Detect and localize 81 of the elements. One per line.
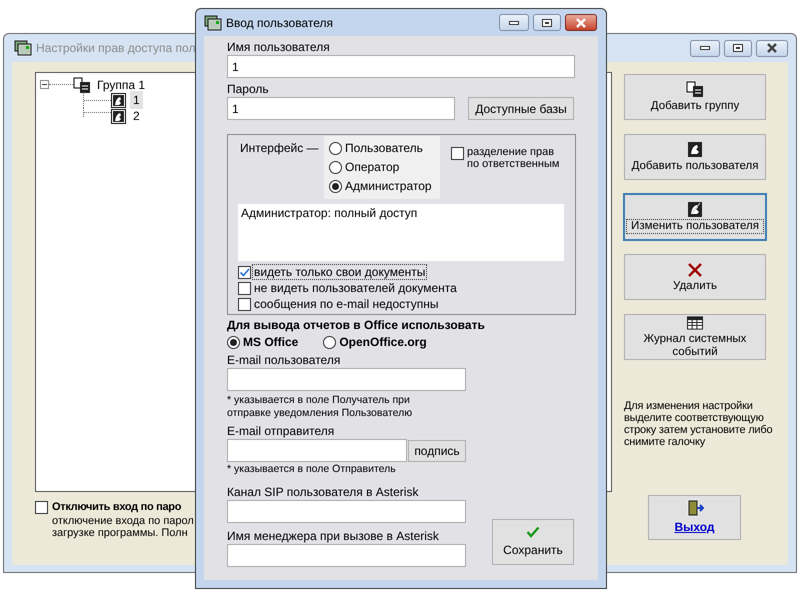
radio-button[interactable] — [329, 161, 342, 174]
minimize-button[interactable] — [690, 40, 720, 56]
databases-button[interactable]: Доступные базы — [468, 97, 574, 120]
toolbar-button[interactable]: Журнал системных событий — [624, 314, 766, 360]
tree-item[interactable]: Группа 1 — [96, 76, 146, 94]
field-label: Имя пользователя — [227, 40, 331, 55]
window-icon — [14, 40, 32, 56]
minimize-button[interactable] — [499, 14, 529, 31]
window-title: Ввод пользователя — [226, 14, 333, 32]
field-label: Для вывода отчетов в Office использовать — [227, 318, 486, 333]
radio-label: Пользователь — [345, 141, 423, 156]
radio-button[interactable] — [329, 180, 342, 193]
field-label: E-mail пользователя — [227, 353, 342, 368]
toolbar-button[interactable]: Удалить — [624, 254, 766, 300]
close-icon — [766, 43, 778, 53]
minus-icon — [42, 82, 47, 87]
user-icon — [111, 108, 126, 124]
close-icon — [575, 18, 587, 28]
input-field[interactable]: 1 — [227, 97, 455, 120]
maximize-icon — [733, 44, 743, 52]
tree-item[interactable]: 1 — [130, 91, 143, 109]
table-icon — [686, 315, 704, 331]
radio-label: Оператор — [345, 160, 400, 175]
field-label: Пароль — [227, 82, 270, 97]
radio-label: MS Office — [243, 334, 298, 350]
field-label: Имя менеджера при вызове в Asterisk — [227, 529, 440, 544]
tree-item[interactable]: 2 — [130, 107, 143, 125]
description-text: отключение входа по парол — [52, 515, 194, 527]
minimize-icon — [509, 20, 519, 24]
checkbox-label: сообщения по e-mail недоступны — [253, 297, 440, 311]
minimize-icon — [700, 46, 710, 50]
check-icon — [526, 526, 540, 538]
field-label: Канал SIP пользователя в Asterisk — [227, 485, 420, 500]
group-icon — [73, 76, 93, 92]
checkbox[interactable] — [238, 266, 251, 278]
radio-button[interactable] — [227, 336, 240, 348]
user-icon — [111, 92, 126, 108]
checkbox[interactable] — [238, 298, 251, 310]
input-field[interactable]: 1 — [227, 55, 575, 78]
checkbox[interactable] — [238, 282, 251, 294]
checkbox-label: Отключить вход по паро — [52, 500, 182, 515]
input-field[interactable] — [227, 439, 407, 462]
delete-icon — [686, 261, 704, 278]
maximize-icon — [542, 18, 552, 26]
signature-button[interactable]: подпись — [408, 440, 466, 462]
description-text: загрузке программы. Полн — [52, 527, 189, 539]
radio-label: Администратор — [345, 179, 432, 194]
hint-text: Для изменения настройки выделите соответствующую строку затем установите либо снимите галочку — [624, 400, 774, 448]
toolbar-button[interactable]: Добавить пользователя — [624, 134, 766, 180]
input-field[interactable] — [227, 368, 466, 391]
checkbox-label: видеть только свои документы — [253, 265, 426, 279]
door-icon — [686, 500, 704, 516]
description-box: Администратор: полный доступ — [238, 204, 564, 261]
window-title: Настройки прав доступа пол — [36, 40, 196, 57]
radio-label: OpenOffice.org — [339, 334, 427, 350]
radio-button[interactable] — [323, 336, 336, 348]
exit-button[interactable]: Выход — [648, 495, 741, 540]
maximize-button[interactable] — [724, 40, 752, 56]
close-button[interactable] — [565, 14, 597, 31]
note-text: * указывается в поле Отправитель — [227, 463, 397, 476]
checkbox[interactable] — [451, 147, 464, 160]
expander[interactable] — [40, 80, 49, 89]
input-field[interactable] — [227, 500, 466, 523]
maximize-button[interactable] — [533, 14, 561, 31]
close-button[interactable] — [756, 40, 788, 56]
toolbar-button[interactable]: Изменить пользователя — [624, 194, 766, 240]
input-field[interactable] — [227, 544, 466, 567]
check-icon — [239, 266, 250, 278]
user-icon — [686, 201, 704, 218]
checkbox-label: разделение прав по ответственным — [467, 146, 560, 170]
radio-button[interactable] — [329, 142, 342, 155]
field-label: E-mail отправителя — [227, 424, 336, 439]
group-icon — [686, 81, 704, 98]
group-label: Интерфейс — — [240, 141, 320, 156]
checkbox[interactable] — [35, 501, 48, 514]
toolbar-button[interactable]: Добавить группу — [624, 74, 766, 120]
checkbox-label: не видеть пользователей документа — [253, 281, 458, 295]
save-button[interactable]: Сохранить — [492, 519, 574, 565]
user-icon — [686, 141, 704, 158]
window-icon — [204, 14, 222, 30]
note-text: * указывается в поле Получатель при отправке уведомления Пользователю — [227, 394, 414, 420]
